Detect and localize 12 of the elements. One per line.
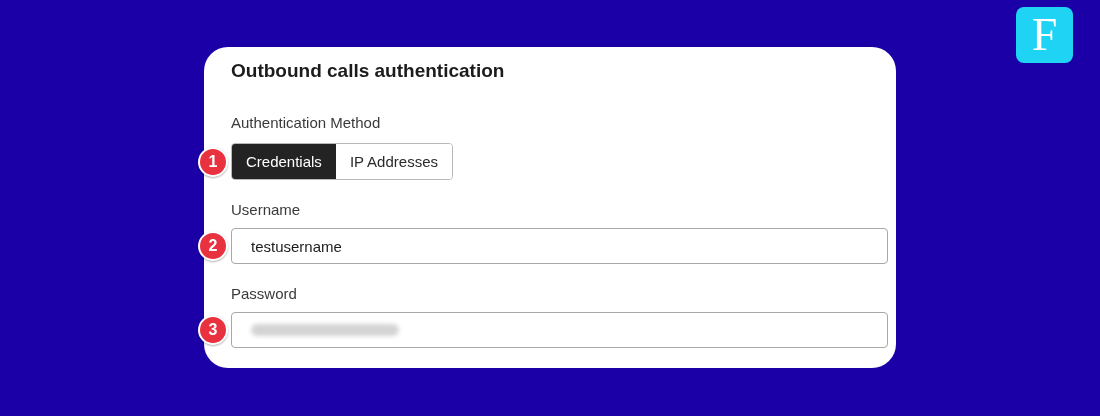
logo: F bbox=[1016, 7, 1073, 63]
step-badge: 3 bbox=[198, 315, 228, 345]
field-value: testusername bbox=[251, 237, 342, 255]
card-title: Outbound calls authentication bbox=[231, 59, 506, 83]
password-field[interactable] bbox=[231, 312, 888, 348]
field-label: Password bbox=[231, 285, 298, 303]
step-badge: 2 bbox=[198, 231, 228, 261]
field-label: Username bbox=[231, 201, 302, 219]
field-label: Authentication Method bbox=[231, 114, 382, 132]
method-tab[interactable]: Credentials bbox=[232, 144, 336, 179]
step-badge: 1 bbox=[198, 146, 228, 177]
username-field[interactable]: testusername bbox=[231, 228, 888, 264]
